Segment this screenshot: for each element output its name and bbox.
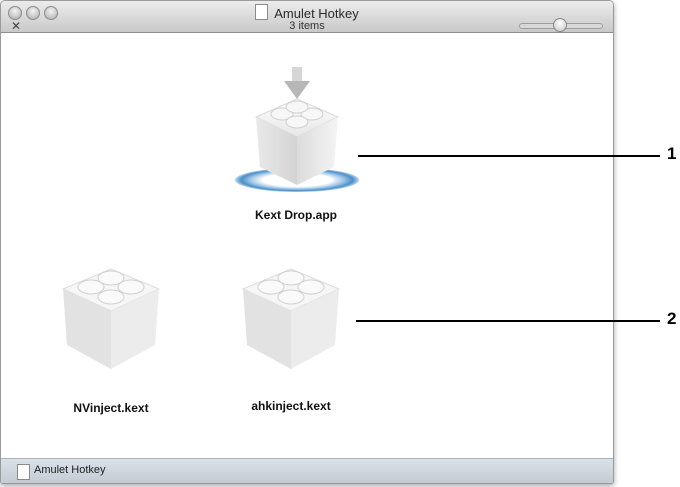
window-title: Amulet Hotkey [1, 4, 613, 21]
folder-document-icon [17, 464, 30, 480]
kernel-extension-icon [61, 268, 161, 369]
kext-drop-app-icon [235, 67, 359, 192]
status-bar: Amulet Hotkey [1, 458, 613, 483]
kernel-extension-icon [241, 268, 341, 369]
file-label[interactable]: ahkinject.kext [221, 399, 361, 413]
callout-number-1: 1 [667, 144, 677, 163]
file-item-kext-drop-app[interactable]: Kext Drop.app [216, 67, 376, 227]
callout-line-2 [356, 320, 660, 322]
folder-document-icon [255, 4, 269, 20]
file-item-ahkinject-kext[interactable]: ahkinject.kext [221, 261, 361, 421]
callout-line-1 [358, 155, 660, 157]
file-label[interactable]: NVinject.kext [41, 401, 181, 415]
file-item-nvinject-kext[interactable]: NVinject.kext [41, 261, 181, 421]
folder-contents: Kext Drop.app NVinject.kext ahkinject.ke… [11, 33, 601, 458]
finder-window: Amulet Hotkey ✕ 3 items Kext Drop.app NV… [0, 0, 614, 484]
icon-size-slider-thumb[interactable] [553, 18, 567, 32]
file-label[interactable]: Kext Drop.app [216, 208, 376, 222]
title-bar[interactable]: Amulet Hotkey ✕ 3 items [1, 1, 613, 33]
callout-number-2: 2 [667, 309, 677, 328]
status-bar-label: Amulet Hotkey [34, 464, 106, 476]
